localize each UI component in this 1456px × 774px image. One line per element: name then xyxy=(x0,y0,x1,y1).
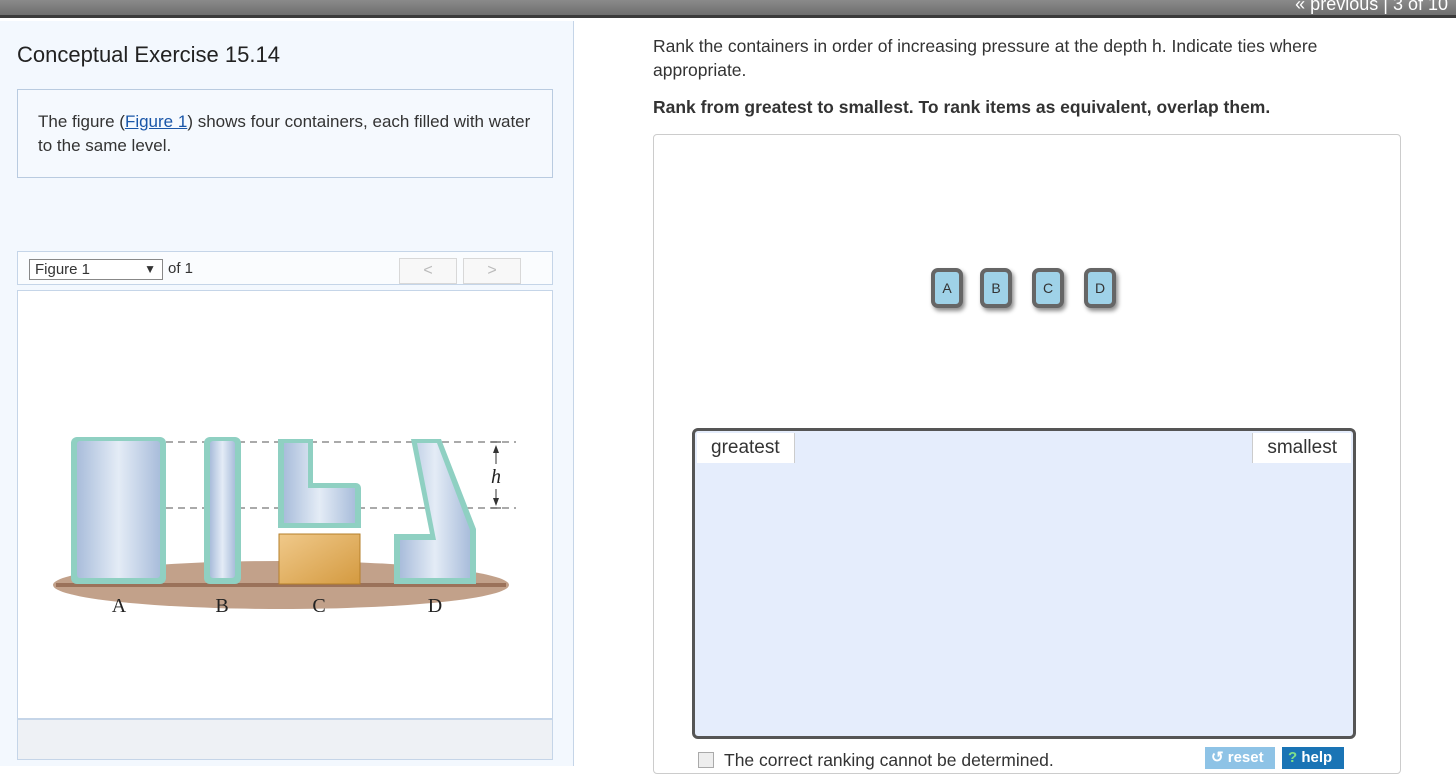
depth-label: h xyxy=(491,466,501,488)
label-b: B xyxy=(215,595,228,617)
help-label: help xyxy=(1301,749,1333,766)
container-a xyxy=(71,437,166,584)
support-block xyxy=(278,533,361,585)
figure-panel: h A B C D xyxy=(17,290,553,719)
reset-label: reset xyxy=(1227,749,1264,766)
label-d: D xyxy=(428,595,442,617)
tile-a[interactable]: A xyxy=(931,268,963,308)
intro-before: The figure ( xyxy=(38,112,125,131)
next-figure-button[interactable]: > xyxy=(463,258,521,284)
pagination: « previous | 3 of 10 xyxy=(1295,0,1448,15)
container-d xyxy=(394,439,476,584)
page-title: Conceptual Exercise 15.14 xyxy=(17,42,280,67)
top-bar: « previous | 3 of 10 xyxy=(0,0,1456,18)
help-icon: ? xyxy=(1288,749,1302,766)
label-c: C xyxy=(312,595,325,617)
ranking-area[interactable]: greatest smallest xyxy=(692,428,1356,739)
tile-c[interactable]: C xyxy=(1032,268,1064,308)
tile-d[interactable]: D xyxy=(1084,268,1116,308)
greatest-label: greatest xyxy=(697,433,795,463)
figure-link[interactable]: Figure 1 xyxy=(125,112,187,131)
reset-icon: ↺ xyxy=(1211,749,1228,766)
figure-count: of 1 xyxy=(168,260,194,277)
figure-footer xyxy=(17,719,553,760)
instruction-text: Rank from greatest to smallest. To rank … xyxy=(653,97,1271,117)
question-text: Rank the containers in order of increasi… xyxy=(653,36,1318,80)
figure-select[interactable]: Figure 1 ▼ xyxy=(29,259,163,280)
intro-text: The figure (Figure 1) shows four contain… xyxy=(17,89,553,178)
smallest-label: smallest xyxy=(1252,433,1351,463)
container-c xyxy=(278,439,361,585)
container-b xyxy=(204,437,241,584)
label-a: A xyxy=(112,595,127,617)
figure-select-value: Figure 1 xyxy=(35,261,91,278)
position-indicator: 3 of 10 xyxy=(1392,0,1448,14)
prev-figure-button[interactable]: < xyxy=(399,258,457,284)
cannot-determine-label: The correct ranking cannot be determined… xyxy=(724,750,1054,770)
separator: | xyxy=(1383,0,1388,14)
containers-figure: h A B C D xyxy=(53,437,516,617)
figure-toolbar: Figure 1 ▼ of 1 < > xyxy=(17,251,553,285)
previous-link[interactable]: « previous xyxy=(1295,0,1378,14)
tile-b[interactable]: B xyxy=(980,268,1012,308)
dropdown-arrow-icon: ▼ xyxy=(144,262,156,276)
